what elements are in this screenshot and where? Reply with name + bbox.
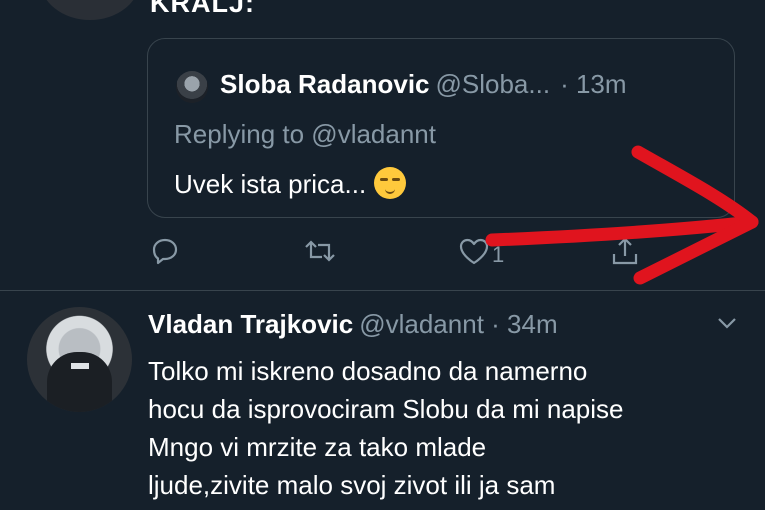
quoted-tweet-name: Sloba Radanovic xyxy=(220,69,430,99)
tweet-text-line: Mngo vi mrzite za tako mlade xyxy=(148,432,487,462)
tweet-action-bar: 1 xyxy=(0,236,765,276)
tweet-text-line: Tolko mi iskreno dosadno da namerno xyxy=(148,356,588,386)
chevron-down-icon[interactable] xyxy=(715,315,739,336)
heart-icon[interactable] xyxy=(458,236,490,266)
quoted-tweet-time: · 13m xyxy=(560,69,627,99)
quoted-tweet-avatar xyxy=(176,71,208,103)
quoted-tweet-replying-to: Replying to @vladannt xyxy=(174,119,436,149)
previous-tweet-avatar[interactable] xyxy=(40,0,140,20)
tweet-author-name[interactable]: Vladan Trajkovic xyxy=(148,309,353,339)
tweet-divider xyxy=(0,290,765,291)
share-icon[interactable] xyxy=(610,236,640,266)
quoted-tweet-header: Sloba Radanovic @Sloba... · 13m xyxy=(220,69,627,100)
tweet-author-avatar[interactable] xyxy=(27,307,132,412)
tweet-header: Vladan Trajkovic @vladannt · 34m xyxy=(148,309,558,340)
tweet-author-handle-time: @vladannt · 34m xyxy=(359,309,558,339)
reply-icon[interactable] xyxy=(150,236,180,266)
tweet-text-line: hocu da isprovociram Slobu da mi napise xyxy=(148,394,624,424)
retweet-icon[interactable] xyxy=(303,236,337,266)
quoted-tweet-text: Uvek ista prica... xyxy=(174,169,367,199)
quoted-tweet-card[interactable]: Sloba Radanovic @Sloba... · 13m Replying t… xyxy=(147,38,735,218)
quoted-tweet-body: Uvek ista prica... xyxy=(174,167,407,200)
quoted-tweet-handle: @Sloba... xyxy=(435,69,551,99)
tweet-text-line: ljude,zivite malo svoj zivot ili ja sam xyxy=(148,470,556,500)
smirking-face-emoji-icon xyxy=(374,167,407,199)
tweet-body: Tolko mi iskreno dosadno da namerno hocu… xyxy=(148,352,748,504)
previous-tweet-text: KRALJ: xyxy=(150,0,255,18)
like-count: 1 xyxy=(492,242,505,267)
